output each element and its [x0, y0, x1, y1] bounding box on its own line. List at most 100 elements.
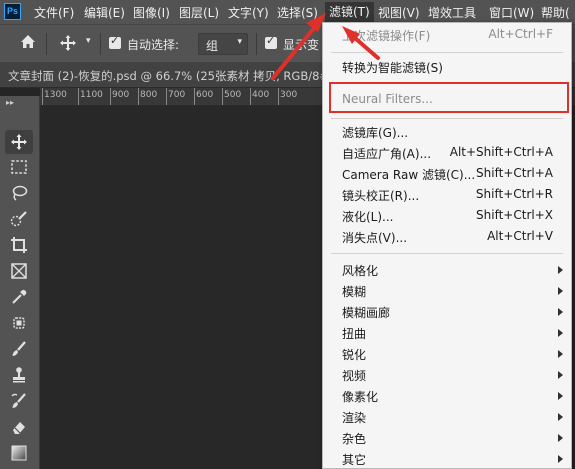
- quick-selection-tool-icon[interactable]: [5, 207, 33, 231]
- lens-correction-menu-item[interactable]: 镜头校正(R)... Shift+Ctrl+R: [323, 184, 571, 205]
- menu-item-shortcut: Shift+Ctrl+R: [475, 187, 553, 201]
- filter-gallery-menu-item[interactable]: 滤镜库(G)...: [323, 121, 571, 142]
- eraser-tool-icon[interactable]: [5, 415, 33, 439]
- menu-plugins[interactable]: 增效工具: [428, 4, 476, 21]
- render-submenu-item[interactable]: 渲染: [323, 406, 571, 427]
- sharpen-submenu-item[interactable]: 锐化: [323, 343, 571, 364]
- menu-item-label: 滤镜库(G)...: [342, 126, 409, 140]
- menu-edit[interactable]: 编辑(E): [84, 4, 125, 21]
- frame-tool-icon[interactable]: [5, 259, 33, 283]
- blur-gallery-submenu-item[interactable]: 模糊画廊: [323, 301, 571, 322]
- menu-item-shortcut: Alt+Ctrl+F: [488, 27, 553, 41]
- submenu-arrow-icon: [558, 287, 563, 295]
- ruler-label: 900: [112, 90, 130, 100]
- menu-window[interactable]: 窗口(W): [489, 4, 534, 21]
- menu-item-label: 模糊画廊: [342, 306, 391, 320]
- ruler-label: 600: [196, 90, 214, 100]
- ruler-label: 1100: [80, 90, 103, 100]
- menu-item-label: 其它: [342, 453, 367, 467]
- ruler-label: 700: [168, 90, 186, 100]
- menu-separator: [331, 253, 563, 254]
- camera-raw-filter-menu-item[interactable]: Camera Raw 滤镜(C)... Shift+Ctrl+A: [323, 163, 571, 184]
- brush-tool-icon[interactable]: [5, 337, 33, 361]
- distort-submenu-item[interactable]: 扭曲: [323, 322, 571, 343]
- move-tool-icon[interactable]: [59, 34, 77, 55]
- eyedropper-tool-icon[interactable]: [5, 285, 33, 309]
- pixelate-submenu-item[interactable]: 像素化: [323, 385, 571, 406]
- menu-bar: Ps 文件(F) 编辑(E) 图像(I) 图层(L) 文字(Y) 选择(S) 滤…: [0, 0, 575, 24]
- auto-select-dropdown[interactable]: 组 ▾: [198, 33, 248, 55]
- photoshop-logo[interactable]: Ps: [4, 3, 21, 20]
- menu-item-label: 镜头校正(R)...: [342, 189, 420, 203]
- menu-layer[interactable]: 图层(L): [179, 4, 219, 21]
- menu-item-label: Camera Raw 滤镜(C)...: [342, 168, 476, 182]
- menu-item-label: 视频: [342, 369, 367, 383]
- submenu-arrow-icon: [558, 308, 563, 316]
- highlight-box: [329, 82, 569, 113]
- auto-select-label: 自动选择:: [127, 38, 180, 52]
- submenu-arrow-icon: [558, 329, 563, 337]
- menu-select[interactable]: 选择(S): [277, 4, 318, 21]
- menu-item-label: 像素化: [342, 390, 379, 404]
- convert-smart-filters-menu-item[interactable]: 转换为智能滤镜(S): [323, 56, 571, 77]
- submenu-arrow-icon: [558, 434, 563, 442]
- menu-item-shortcut: Shift+Ctrl+X: [476, 208, 553, 222]
- menu-file[interactable]: 文件(F): [34, 4, 74, 21]
- last-filter-menu-item[interactable]: 上次滤镜操作(F) Alt+Ctrl+F: [323, 24, 571, 45]
- menu-item-label: 液化(L)...: [342, 210, 394, 224]
- ruler-label: 300: [280, 90, 298, 100]
- submenu-arrow-icon: [558, 371, 563, 379]
- menu-item-shortcut: Alt+Ctrl+V: [487, 229, 553, 243]
- menu-item-shortcut: Shift+Ctrl+A: [476, 166, 553, 180]
- menu-separator: [331, 52, 563, 53]
- lasso-tool-icon[interactable]: [5, 181, 33, 205]
- menu-view[interactable]: 视图(V): [378, 4, 420, 21]
- menu-image[interactable]: 图像(I): [133, 4, 170, 21]
- menu-item-label: 自适应广角(A)...: [342, 147, 432, 161]
- menu-item-label: 杂色: [342, 432, 367, 446]
- collapse-panel-icon[interactable]: ▸▸: [6, 98, 14, 107]
- chevron-down-icon[interactable]: ▾: [86, 36, 91, 46]
- crop-tool-icon[interactable]: [5, 233, 33, 257]
- tools-panel: ▸▸: [0, 96, 40, 469]
- menu-item-label: 转换为智能滤镜(S): [342, 61, 443, 75]
- ruler-label: 500: [224, 90, 242, 100]
- video-submenu-item[interactable]: 视频: [323, 364, 571, 385]
- adaptive-wide-angle-menu-item[interactable]: 自适应广角(A)... Alt+Shift+Ctrl+A: [323, 142, 571, 163]
- divider: [46, 33, 47, 55]
- move-tool-icon[interactable]: [5, 130, 33, 154]
- menu-item-label: 渲染: [342, 411, 367, 425]
- menu-item-label: 锐化: [342, 348, 367, 362]
- menu-item-label: 扭曲: [342, 327, 367, 341]
- menu-separator: [331, 118, 563, 119]
- show-transform-checkbox[interactable]: [265, 34, 277, 49]
- clone-stamp-tool-icon[interactable]: [5, 363, 33, 387]
- menu-item-label: 模糊: [342, 285, 367, 299]
- liquify-menu-item[interactable]: 液化(L)... Shift+Ctrl+X: [323, 205, 571, 226]
- menu-item-label: 消失点(V)...: [342, 231, 408, 245]
- ruler-label: 1300: [44, 90, 67, 100]
- marquee-tool-icon[interactable]: [5, 155, 33, 179]
- menu-item-label: 风格化: [342, 264, 379, 278]
- ruler-label: 800: [140, 90, 158, 100]
- noise-submenu-item[interactable]: 杂色: [323, 427, 571, 448]
- vanishing-point-menu-item[interactable]: 消失点(V)... Alt+Ctrl+V: [323, 226, 571, 247]
- stylize-submenu-item[interactable]: 风格化: [323, 259, 571, 280]
- blur-submenu-item[interactable]: 模糊: [323, 280, 571, 301]
- menu-type[interactable]: 文字(Y): [228, 4, 269, 21]
- document-tab[interactable]: 文章封面 (2)-恢复的.psd @ 66.7% (25张素材 拷贝, RGB/…: [8, 68, 343, 84]
- menu-help[interactable]: 帮助(: [541, 4, 570, 21]
- menu-filter[interactable]: 滤镜(T): [325, 2, 374, 22]
- home-icon[interactable]: [20, 34, 36, 52]
- submenu-arrow-icon: [558, 392, 563, 400]
- auto-select-checkbox[interactable]: [109, 34, 121, 49]
- menu-item-shortcut: Alt+Shift+Ctrl+A: [449, 145, 553, 159]
- gradient-tool-icon[interactable]: [5, 441, 33, 465]
- history-brush-tool-icon[interactable]: [5, 389, 33, 413]
- divider: [100, 33, 101, 55]
- other-submenu-item[interactable]: 其它: [323, 448, 571, 469]
- submenu-arrow-icon: [558, 350, 563, 358]
- chevron-down-icon: ▾: [237, 37, 242, 47]
- spot-healing-brush-icon[interactable]: [5, 311, 33, 335]
- menu-item-label: 上次滤镜操作(F): [342, 29, 431, 43]
